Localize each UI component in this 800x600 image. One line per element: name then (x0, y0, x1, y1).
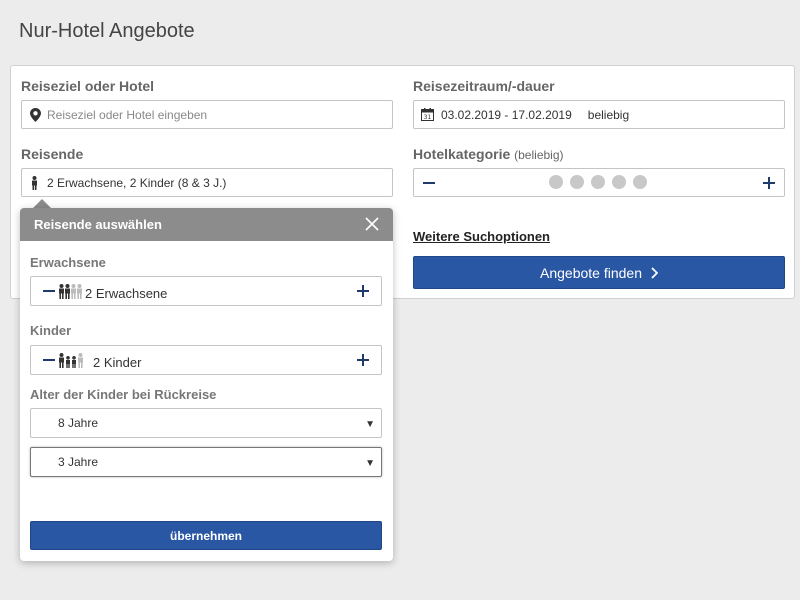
minus-icon[interactable] (422, 176, 436, 190)
person-icon (31, 175, 38, 190)
star-dot[interactable] (633, 175, 647, 189)
adults-label: Erwachsene (30, 255, 106, 270)
child-age-select-2[interactable]: 3 Jahre ▼ (30, 447, 382, 477)
child-age-value-2: 3 Jahre (58, 455, 99, 469)
find-offers-label: Angebote finden (540, 264, 642, 281)
calendar-icon: 31 (421, 108, 434, 121)
destination-input[interactable]: Reiseziel oder Hotel eingeben (21, 100, 393, 129)
adults-stepper: 2 Erwachsene (30, 276, 382, 306)
location-pin-icon (30, 107, 41, 122)
adults-minus-icon[interactable] (39, 281, 59, 301)
child-ages-label: Alter der Kinder bei Rückreise (30, 387, 217, 402)
star-dot[interactable] (570, 175, 584, 189)
star-dot[interactable] (612, 175, 626, 189)
hotel-category-label-text: Hotelkategorie (413, 146, 511, 162)
adults-value: 2 Erwachsene (85, 286, 168, 301)
star-dot[interactable] (591, 175, 605, 189)
travelers-value: 2 Erwachsene, 2 Kinder (8 & 3 J.) (47, 175, 227, 190)
children-value: 2 Kinder (93, 355, 142, 370)
travelers-label: Reisende (21, 146, 84, 162)
close-icon[interactable] (363, 215, 381, 233)
dropdown-arrow-icon: ▼ (365, 419, 375, 430)
travel-period-value: 03.02.2019 - 17.02.2019 (441, 107, 572, 122)
travelers-popup: Reisende auswählen Erwachsene 2 Erwachse… (20, 208, 393, 561)
hotel-category-stepper (413, 168, 785, 197)
svg-text:31: 31 (424, 114, 432, 121)
travelers-input[interactable]: 2 Erwachsene, 2 Kinder (8 & 3 J.) (21, 168, 393, 197)
plus-icon[interactable] (762, 176, 776, 190)
find-offers-button[interactable]: Angebote finden (413, 256, 785, 289)
adults-plus-icon[interactable] (353, 281, 373, 301)
travel-duration-value: beliebig (587, 107, 630, 122)
popup-title: Reisende auswählen (34, 217, 162, 232)
travel-period-input[interactable]: 31 03.02.2019 - 17.02.2019 beliebig (413, 100, 785, 129)
hotel-category-sublabel: (beliebig) (514, 148, 564, 162)
dropdown-arrow-icon: ▼ (365, 458, 375, 469)
more-options-link[interactable]: Weitere Suchoptionen (413, 229, 550, 244)
popup-caret (33, 199, 51, 208)
apply-button[interactable]: übernehmen (30, 521, 382, 550)
hotel-category-label: Hotelkategorie (beliebig) (413, 146, 564, 162)
children-minus-icon[interactable] (39, 350, 59, 370)
adults-people-icon (58, 284, 84, 299)
children-label: Kinder (30, 323, 72, 338)
child-age-select-1[interactable]: 8 Jahre ▼ (30, 408, 382, 438)
children-plus-icon[interactable] (353, 350, 373, 370)
star-dot[interactable] (549, 175, 563, 189)
destination-placeholder: Reiseziel oder Hotel eingeben (47, 107, 208, 122)
destination-label: Reiseziel oder Hotel (21, 78, 155, 94)
children-stepper: 2 Kinder (30, 345, 382, 375)
page-title: Nur-Hotel Angebote (19, 20, 195, 42)
star-rating[interactable] (549, 175, 647, 189)
chevron-right-icon (651, 266, 658, 279)
travel-period-label: Reisezeitraum/-dauer (413, 78, 555, 94)
popup-header: Reisende auswählen (20, 208, 393, 241)
children-people-icon (58, 353, 86, 368)
child-age-value-1: 8 Jahre (58, 416, 99, 430)
